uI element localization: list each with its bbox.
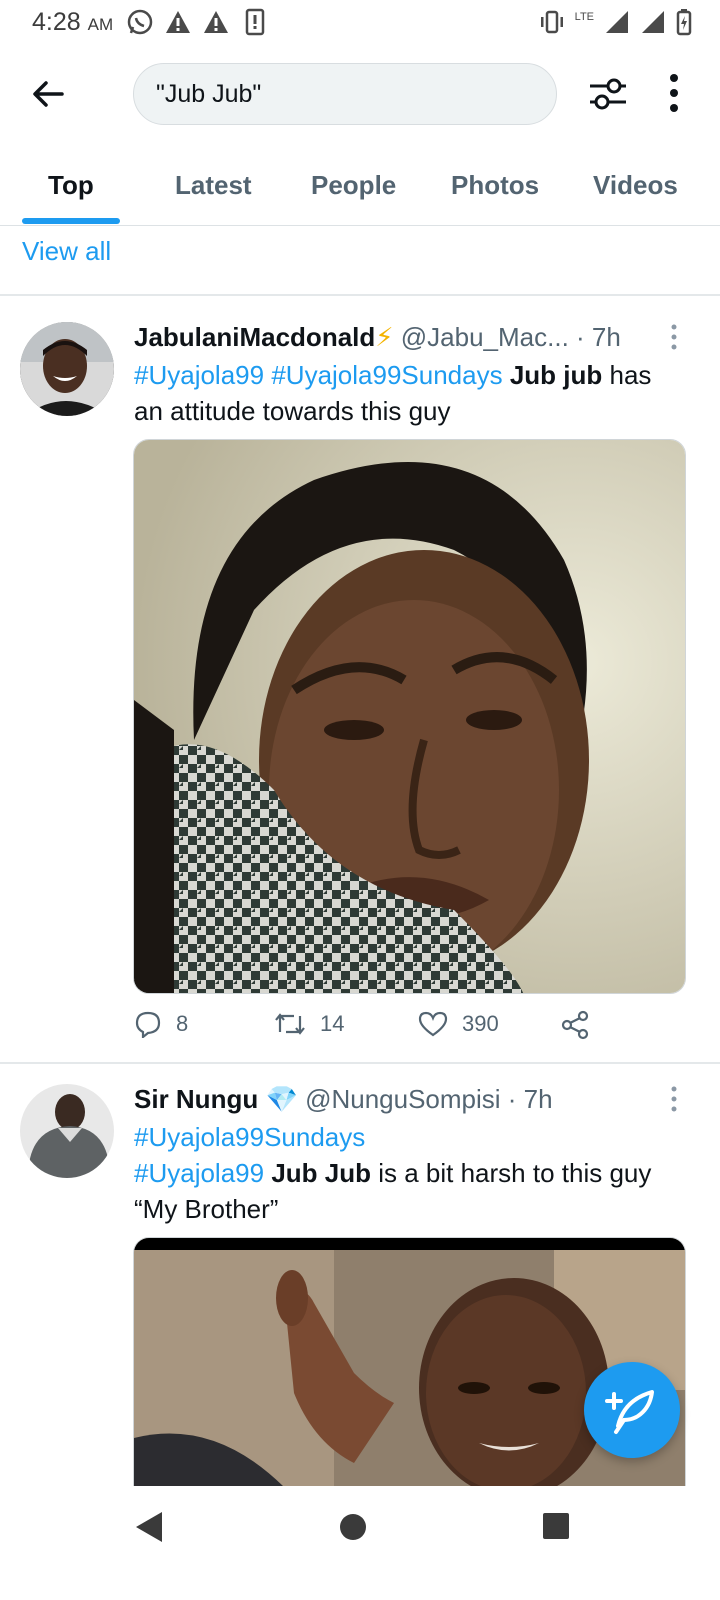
- search-term-highlight: Jub jub: [509, 360, 603, 390]
- warning-icon: [166, 11, 190, 33]
- filter-icon[interactable]: [586, 74, 630, 114]
- search-term-highlight: Jub Jub: [271, 1158, 371, 1188]
- tab-people[interactable]: People: [311, 170, 396, 201]
- search-header: "Jub Jub": [0, 56, 720, 128]
- network-label: LTE: [574, 11, 594, 23]
- tab-latest[interactable]: Latest: [175, 170, 252, 201]
- tab-photos[interactable]: Photos: [451, 170, 539, 201]
- reply-button[interactable]: 8: [134, 1010, 188, 1038]
- warning-icon: [204, 11, 228, 33]
- signal-icon: [606, 11, 628, 33]
- search-input[interactable]: "Jub Jub": [133, 63, 557, 125]
- author-handle[interactable]: @Jabu_Mac...: [401, 322, 569, 352]
- retweet-button[interactable]: 14: [274, 1010, 344, 1038]
- tab-top[interactable]: Top: [48, 170, 94, 201]
- more-vertical-icon[interactable]: [670, 324, 678, 350]
- share-button[interactable]: [560, 1010, 590, 1040]
- name-emoji: 💎: [265, 1084, 298, 1114]
- avatar[interactable]: [20, 322, 114, 416]
- system-nav-bar: [0, 1486, 720, 1600]
- compose-icon: [605, 1390, 654, 1434]
- tweet-divider: [0, 1062, 720, 1064]
- sim-alert-icon: [245, 8, 265, 36]
- search-tabs: Top Latest People Photos Videos: [0, 148, 720, 226]
- section-divider: [0, 294, 720, 296]
- tweet-header: JabulaniMacdonald⚡ @Jabu_Mac... · 7h: [134, 322, 621, 353]
- author-handle[interactable]: @NunguSompisi: [305, 1084, 500, 1114]
- tweet-text: #Uyajola99Sundays #Uyajola99 Jub Jub is …: [134, 1119, 694, 1227]
- reply-icon: [135, 1011, 161, 1038]
- signal-icon: [642, 11, 664, 33]
- hashtag-link[interactable]: #Uyajola99Sundays: [134, 1122, 365, 1152]
- active-tab-indicator: [22, 218, 120, 224]
- hashtag-link[interactable]: #Uyajola99Sundays: [271, 360, 502, 390]
- retweet-icon: [275, 1013, 305, 1035]
- tweet-time: · 7h: [576, 322, 621, 352]
- author-name[interactable]: Sir Nungu: [134, 1084, 258, 1114]
- tweet-photo[interactable]: [133, 439, 686, 994]
- author-name[interactable]: JabulaniMacdonald: [134, 322, 375, 352]
- name-emoji: ⚡: [375, 322, 394, 352]
- status-right: LTE: [539, 8, 692, 36]
- share-icon: [561, 1010, 589, 1040]
- whatsapp-icon: [127, 9, 153, 35]
- more-vertical-icon[interactable]: [670, 1086, 678, 1112]
- tweet-text-rest: is a bit harsh to this guy: [371, 1158, 652, 1188]
- battery-icon: [676, 9, 692, 36]
- retweet-count: 14: [320, 1011, 345, 1036]
- compose-tweet-button[interactable]: [584, 1362, 680, 1458]
- avatar[interactable]: [20, 1084, 114, 1178]
- vibrate-icon: [540, 10, 563, 34]
- like-button[interactable]: 390: [418, 1010, 499, 1038]
- status-bar: 4:28 AM LTE: [0, 0, 720, 44]
- tweet-actions: 8 14 390: [134, 1010, 694, 1050]
- hashtag-link[interactable]: #Uyajola99: [134, 360, 264, 390]
- nav-recents-icon[interactable]: [542, 1512, 570, 1540]
- more-vertical-icon[interactable]: [666, 72, 682, 114]
- tweet-header: Sir Nungu 💎 @NunguSompisi · 7h: [134, 1084, 553, 1115]
- status-time: 4:28 AM: [32, 8, 114, 36]
- tab-videos[interactable]: Videos: [593, 170, 678, 201]
- back-arrow-icon[interactable]: [28, 74, 68, 114]
- view-all-link[interactable]: View all: [22, 236, 111, 267]
- like-count: 390: [462, 1011, 499, 1036]
- tweet-time: · 7h: [507, 1084, 553, 1114]
- like-icon: [418, 1011, 448, 1037]
- nav-back-icon[interactable]: [134, 1510, 164, 1544]
- reply-count: 8: [176, 1011, 189, 1036]
- hashtag-link[interactable]: #Uyajola99: [134, 1158, 264, 1188]
- tweet-text: #Uyajola99 #Uyajola99Sundays Jub jub has…: [134, 357, 684, 429]
- tweet-text-line: “My Brother”: [134, 1194, 279, 1224]
- nav-home-icon[interactable]: [338, 1512, 368, 1542]
